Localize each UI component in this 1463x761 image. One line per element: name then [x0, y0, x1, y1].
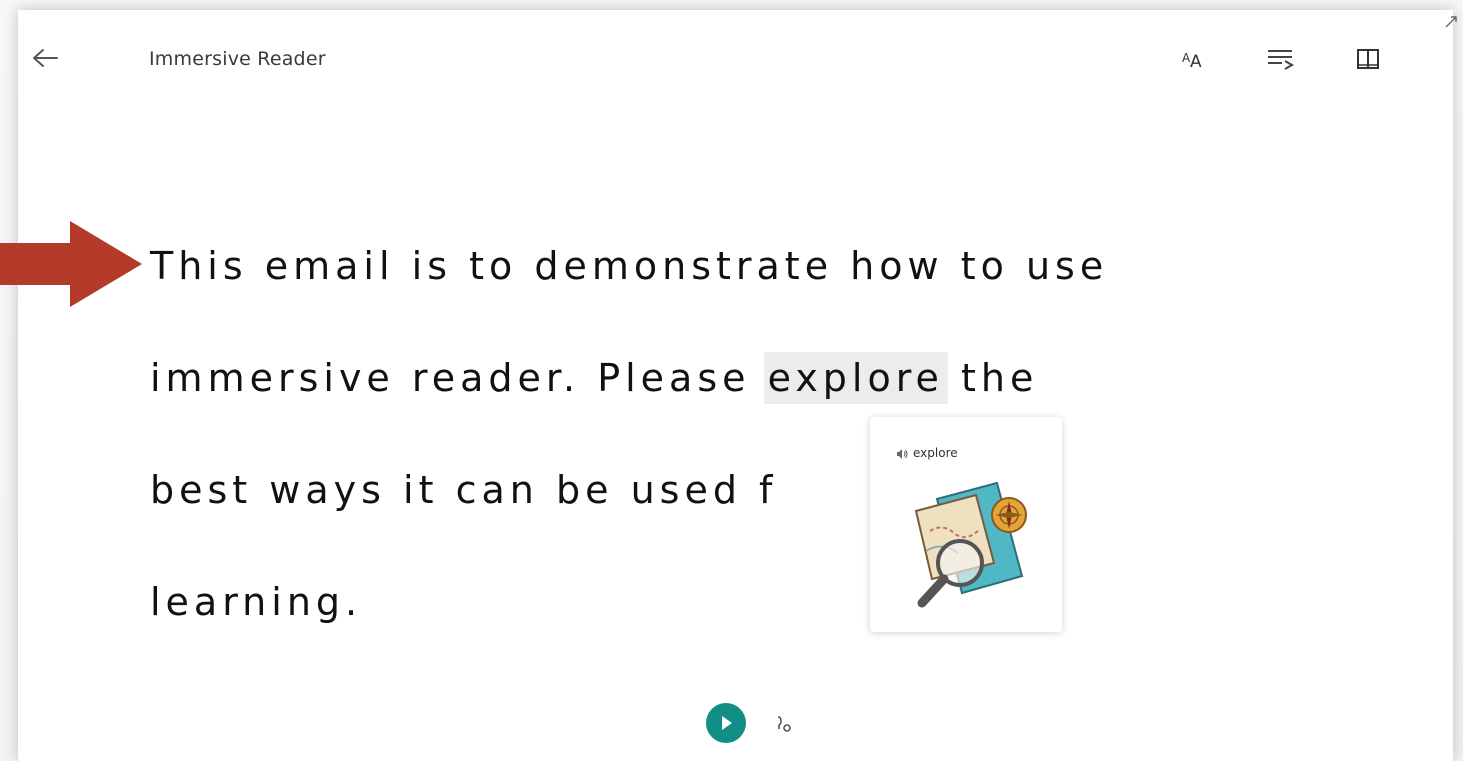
svg-text:A: A: [1190, 52, 1202, 71]
text-preferences-button[interactable]: A A: [1176, 44, 1212, 74]
expand-button[interactable]: [1439, 10, 1463, 34]
word[interactable]: can: [456, 468, 539, 512]
word[interactable]: learning.: [150, 580, 362, 624]
text-line: immersive reader. Please explore the: [150, 322, 1330, 434]
app-title: Immersive Reader: [149, 48, 326, 70]
play-icon: [722, 716, 732, 730]
word[interactable]: reader.: [412, 356, 580, 400]
word[interactable]: This: [150, 244, 248, 288]
grammar-options-button[interactable]: [1262, 44, 1298, 74]
word[interactable]: use: [1026, 244, 1108, 288]
highlighted-word[interactable]: explore: [763, 352, 948, 404]
text-preferences-icon: A A: [1182, 51, 1202, 71]
word[interactable]: be: [556, 468, 614, 512]
word[interactable]: is: [412, 244, 452, 288]
word[interactable]: to: [469, 244, 517, 288]
screenshot-stage: Immersive Reader A A This email is to de…: [0, 0, 1463, 761]
grammar-options-icon: [1268, 50, 1295, 70]
expand-icon: [1445, 16, 1457, 28]
back-button[interactable]: [28, 44, 62, 72]
word[interactable]: the: [961, 356, 1038, 400]
voice-settings-button[interactable]: [770, 711, 796, 737]
text-line: This email is to demonstrate how to use: [150, 210, 1330, 322]
callout-arrow: [0, 221, 142, 307]
picture-word: explore: [913, 446, 958, 460]
word[interactable]: to: [961, 244, 1009, 288]
reading-content: This email is to demonstrate how to use …: [150, 210, 1330, 658]
text-line: best ways it can be used f: [150, 434, 1330, 546]
reading-preferences-icon: [1357, 49, 1379, 69]
word[interactable]: email: [265, 244, 395, 288]
word[interactable]: f: [759, 468, 777, 512]
voice-settings-icon: [777, 716, 791, 732]
treasure-map-magnifier-icon: [914, 481, 1027, 608]
header-bar: Immersive Reader A A: [18, 10, 1457, 106]
play-button[interactable]: [706, 703, 746, 743]
word[interactable]: used: [631, 468, 742, 512]
reading-preferences-button[interactable]: [1350, 44, 1386, 74]
picture-dictionary-popup: explore: [870, 417, 1062, 632]
word[interactable]: how: [850, 244, 943, 288]
immersive-reader-window: Immersive Reader A A This email is to de…: [18, 10, 1457, 761]
word[interactable]: demonstrate: [534, 244, 833, 288]
text-line: learning.: [150, 546, 1330, 658]
speaker-icon[interactable]: [895, 447, 909, 461]
word[interactable]: it: [403, 468, 438, 512]
word[interactable]: Please: [597, 356, 750, 400]
back-arrow-icon: [33, 49, 58, 67]
word[interactable]: ways: [269, 468, 386, 512]
word[interactable]: best: [150, 468, 252, 512]
word[interactable]: immersive: [150, 356, 395, 400]
playback-bar: [18, 701, 1453, 761]
